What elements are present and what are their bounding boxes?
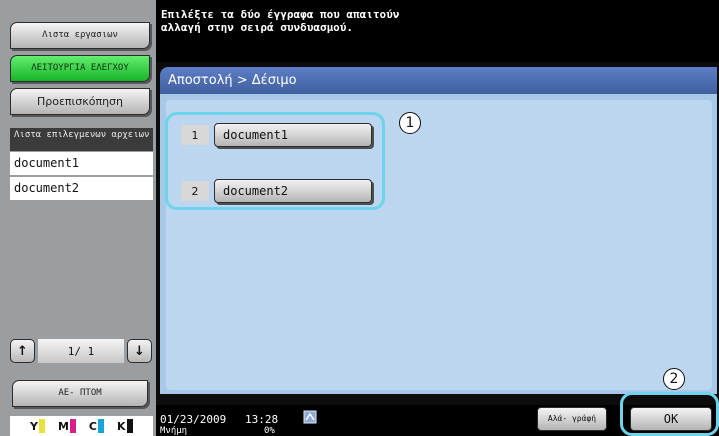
toner-letter: K <box>117 419 126 433</box>
toner-bar <box>38 419 45 433</box>
network-icon <box>303 410 317 424</box>
preview-button[interactable]: Προεπισκόπηση <box>10 88 150 115</box>
toner-magenta: M <box>58 419 76 433</box>
status-time: 13:28 <box>245 413 279 426</box>
instruction-line-2: αλλαγή στην σειρά συνδυασμού. <box>161 21 354 34</box>
status-date: 01/23/2009 <box>160 413 227 426</box>
selected-files-header: Λιστα επιλεγμενων αρχειων <box>10 128 153 151</box>
breadcrumb: Αποστολή > Δέσιμο <box>160 67 717 94</box>
check-function-button[interactable]: ΛΕΙΤΟΥΡΓΙΑ ΕΛΕΓΧΟΥ <box>10 55 150 82</box>
toner-bar <box>69 419 76 433</box>
selected-file-item[interactable]: document1 <box>10 152 153 176</box>
toner-cyan: C <box>89 419 104 433</box>
callout-number: 1 <box>399 112 421 134</box>
toner-black: K <box>117 419 133 433</box>
job-list-button[interactable]: Λιστα εργασιων <box>10 22 150 49</box>
instruction-message: Επιλέξτε τα δύο έγγραφα που απαιτούν αλλ… <box>156 0 719 62</box>
toner-letter: C <box>88 419 97 433</box>
toner-letter: M <box>57 419 69 433</box>
file-list-pager: ↑ 1/ 1 ↓ <box>10 338 153 364</box>
arrow-down-icon[interactable]: ↓ <box>127 339 152 363</box>
arrow-up-icon[interactable]: ↑ <box>10 339 35 363</box>
toner-indicator: Y M C K <box>10 416 153 436</box>
page-indicator: 1/ 1 <box>38 339 124 363</box>
instruction-line-1: Επιλέξτε τα δύο έγγραφα που απαιτούν <box>161 8 400 21</box>
memory-label: Μνήμη <box>160 426 188 436</box>
toner-yellow: Y <box>30 419 45 433</box>
toner-bar <box>126 419 133 433</box>
replace-button[interactable]: Αλά- γράφή <box>537 407 607 431</box>
callout-highlight <box>165 112 385 210</box>
memory-value: 0% <box>264 426 275 436</box>
selected-file-item[interactable]: document2 <box>10 177 153 201</box>
toner-bar <box>98 419 104 433</box>
callout-number: 2 <box>663 368 685 390</box>
toner-letter: Y <box>30 419 38 433</box>
close-button[interactable]: ΑΕ- ΠΤΟΜ <box>12 380 148 407</box>
callout-highlight <box>620 392 719 436</box>
